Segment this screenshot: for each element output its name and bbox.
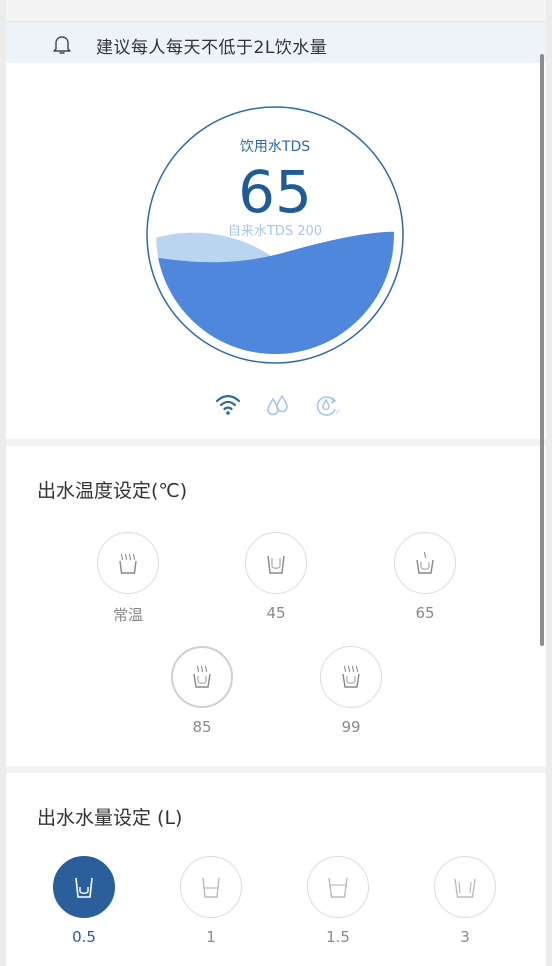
notice-text: 建议每人每天不低于2L饮水量 <box>96 38 328 58</box>
tds-card: 饮用水TDS 65 自来水TDS 200 <box>6 63 546 439</box>
temp-85-circle[interactable] <box>171 646 233 708</box>
hot-cup-icon <box>193 665 211 688</box>
recycle-drop-icon <box>316 396 340 416</box>
volume-3-circle[interactable] <box>434 856 496 918</box>
volume-1-circle[interactable] <box>180 856 242 918</box>
volume-title: 出水水量设定 (L) <box>37 807 183 829</box>
temp-option-65[interactable]: 65 <box>393 532 457 622</box>
volume-option-0.5[interactable]: 0.5 <box>52 856 116 946</box>
volume-3-label: 3 <box>460 928 470 946</box>
warm-cup-icon <box>119 553 137 574</box>
scrollbar[interactable] <box>540 54 544 646</box>
volume-card: 出水水量设定 (L) 0.5 1 1.5 3 <box>6 773 546 966</box>
volume-option-3[interactable]: 3 <box>433 856 497 946</box>
temp-option-room[interactable]: 常温 <box>96 532 160 625</box>
temp-room-label: 常温 <box>112 606 143 624</box>
temp-65-circle[interactable] <box>394 532 456 594</box>
temperature-card: 出水温度设定(℃) 常温 45 65 85 99 <box>6 446 546 766</box>
small-cup-icon <box>75 877 93 898</box>
notice-bar: 建议每人每天不低于2L饮水量 <box>6 23 546 63</box>
tap-water-tds: 自来水TDS 200 <box>227 224 323 239</box>
bell-icon <box>53 36 71 54</box>
temp-option-45[interactable]: 45 <box>244 532 308 622</box>
volume-option-1.5[interactable]: 1.5 <box>306 856 370 946</box>
temp-option-85[interactable]: 85 <box>170 646 234 736</box>
steam-cup-icon <box>416 551 434 574</box>
volume-1-label: 1 <box>206 928 216 946</box>
temp-45-circle[interactable] <box>245 532 307 594</box>
volume-1.5-circle[interactable] <box>307 856 369 918</box>
wifi-icon <box>215 395 241 415</box>
volume-0.5-circle[interactable] <box>53 856 115 918</box>
temp-65-label: 65 <box>415 604 435 622</box>
water-drops-icon <box>267 394 288 416</box>
tds-gauge: 饮用水TDS 65 自来水TDS 200 <box>146 106 404 364</box>
temp-99-label: 99 <box>341 718 361 736</box>
temp-45-label: 45 <box>266 604 286 622</box>
large-cup-icon <box>328 877 348 898</box>
volume-1.5-label: 1.5 <box>326 928 350 946</box>
boiling-cup-icon <box>342 665 360 688</box>
jug-icon <box>454 878 476 898</box>
tds-value: 65 <box>238 158 312 226</box>
cup-icon <box>202 877 220 898</box>
temp-99-circle[interactable] <box>320 646 382 708</box>
volume-option-1[interactable]: 1 <box>179 856 243 946</box>
app-screen: 建议每人每天不低于2L饮水量 饮用水TDS 65 自来水TDS 200 出水温度… <box>6 0 546 966</box>
temperature-title: 出水温度设定(℃) <box>37 480 188 502</box>
temp-option-99[interactable]: 99 <box>319 646 383 736</box>
temp-room-circle[interactable] <box>97 532 159 594</box>
tds-title: 饮用水TDS <box>239 139 311 155</box>
top-strip <box>6 0 546 22</box>
cup-icon <box>267 555 285 574</box>
temp-85-label: 85 <box>192 718 212 736</box>
volume-0.5-label: 0.5 <box>72 928 96 946</box>
